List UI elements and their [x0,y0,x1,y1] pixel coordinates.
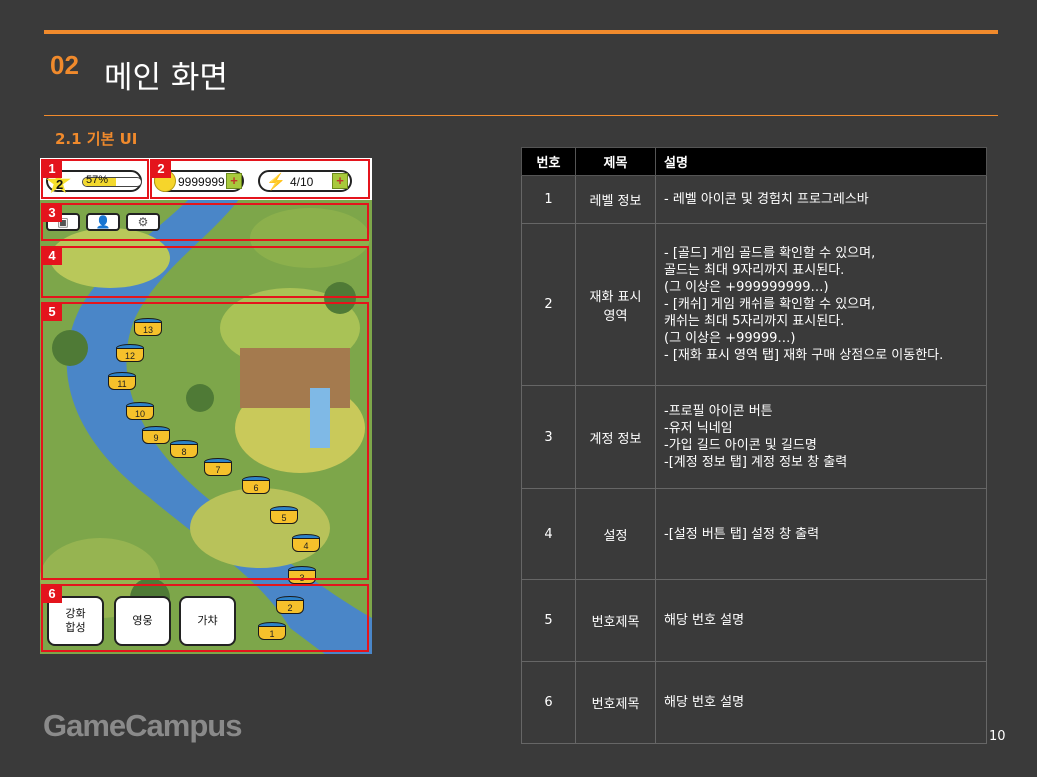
section-number: 02 [50,50,79,80]
table-row: 1 레벨 정보 - 레벨 아이콘 및 경험치 프로그레스바 [521,175,987,224]
header-number: 번호 [521,147,576,176]
table-row: 4 설정 -[설정 버튼 탭] 설정 창 출력 [521,488,987,580]
row-number: 2 [521,223,576,386]
table-row: 5 번호제목 해당 번호 설명 [521,579,987,662]
title-divider [44,115,998,116]
row-title: 계정 정보 [575,385,656,489]
callout-badge: 5 [42,303,62,321]
row-title: 재화 표시 영역 [575,223,656,386]
row-description: -[설정 버튼 탭] 설정 창 출력 [655,488,987,580]
top-accent-rule [44,30,998,34]
row-title: 번호제목 [575,661,656,744]
callout-badge: 4 [42,247,62,265]
row-number: 1 [521,175,576,224]
table-row: 2 재화 표시 영역 - [골드] 게임 골드를 확인할 수 있으며, 골드는 … [521,223,987,386]
row-title: 설정 [575,488,656,580]
header-description: 설명 [655,147,987,176]
row-description: 해당 번호 설명 [655,579,987,662]
table-header-row: 번호 제목 설명 [521,147,987,176]
header-title: 제목 [575,147,656,176]
section-title: 메인 화면 [104,60,228,96]
table-row: 6 번호제목 해당 번호 설명 [521,661,987,744]
callout-box-6 [41,584,369,652]
callout-badge: 3 [42,204,62,222]
row-number: 6 [521,661,576,744]
row-description: -프로필 아이콘 버튼 -유저 닉네임 -가입 길드 아이콘 및 길드명 -[계… [655,385,987,489]
row-description: 해당 번호 설명 [655,661,987,744]
page-number: 10 [989,729,1006,744]
callout-badge: 2 [151,160,171,178]
row-title: 번호제목 [575,579,656,662]
subsection-title: 2.1 기본 UI [55,130,138,148]
callout-box-2 [150,159,370,199]
callout-badge: 6 [42,585,62,603]
row-description: - [골드] 게임 골드를 확인할 수 있으며, 골드는 최대 9자리까지 표시… [655,223,987,386]
table-row: 3 계정 정보 -프로필 아이콘 버튼 -유저 닉네임 -가입 길드 아이콘 및… [521,385,987,489]
gamecampus-logo: GameCampus [43,708,242,743]
row-title: 레벨 정보 [575,175,656,224]
row-number: 3 [521,385,576,489]
description-table: 번호 제목 설명 1 레벨 정보 - 레벨 아이콘 및 경험치 프로그레스바 2… [521,147,987,744]
row-description: - 레벨 아이콘 및 경험치 프로그레스바 [655,175,987,224]
callout-box-5 [41,302,369,580]
row-number: 5 [521,579,576,662]
row-number: 4 [521,488,576,580]
callout-badge: 1 [42,160,62,178]
game-main-screen-mockup: 57% ★ 2 9999999 + ⚡ 4/10 + ▣ 👤 ⚙ 13 12 1… [40,158,372,654]
callout-box-3 [41,203,369,241]
callout-box-4 [41,246,369,298]
